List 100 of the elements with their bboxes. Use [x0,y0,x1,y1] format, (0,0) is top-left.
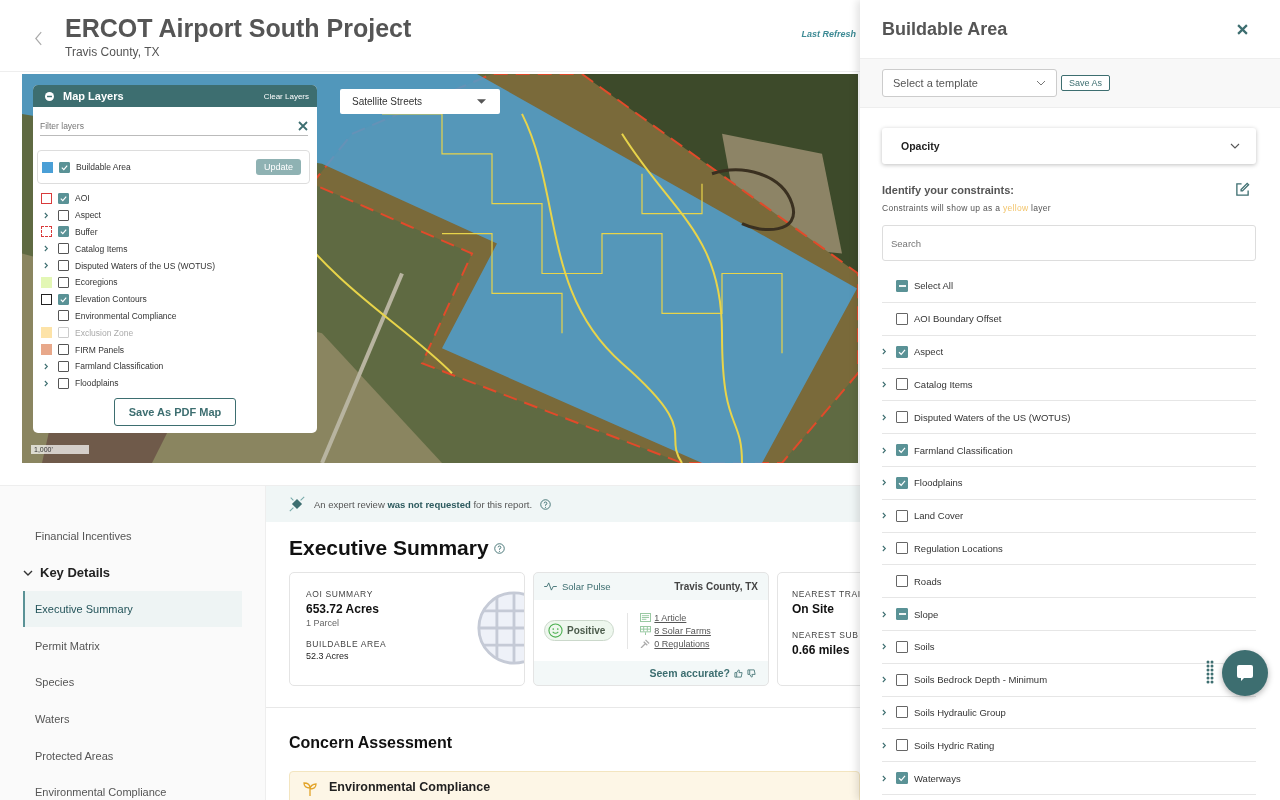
checkbox[interactable] [896,411,908,424]
checkbox[interactable] [896,640,908,653]
solar-panel-icon [640,626,652,635]
checkbox[interactable] [58,377,69,389]
chevron-right-icon[interactable] [882,479,887,487]
chevron-right-icon[interactable] [882,348,887,356]
card-title: Solar Pulse [562,581,612,592]
nav-item[interactable]: Environmental Compliance [23,774,242,800]
checkbox[interactable] [896,476,908,489]
chevron-right-icon[interactable] [43,245,49,253]
chevron-right-icon[interactable] [882,774,887,782]
checkbox[interactable] [896,772,908,785]
chevron-right-icon[interactable] [43,362,49,370]
chevron-right-icon[interactable] [882,446,887,454]
thumbs-up-icon[interactable] [734,668,743,678]
constraint-label: Catalog Items [914,379,973,390]
layer-label: Elevation Contours [75,294,147,305]
chevron-right-icon[interactable] [882,381,887,388]
constraint-label: Soils Bedrock Depth - Minimum [914,674,1048,686]
checkbox[interactable] [896,312,908,325]
nav-item[interactable]: Financial Incentives [23,518,242,555]
checkbox[interactable] [896,706,908,719]
edit-icon[interactable] [1235,182,1250,197]
checkbox[interactable] [58,276,69,288]
checkbox[interactable] [58,209,69,221]
layer-label: Aspect [75,210,101,221]
checkbox[interactable] [896,673,908,686]
constraint-label: Soils [914,641,935,653]
checkbox[interactable] [896,279,908,292]
search-field[interactable]: Search [882,225,1256,261]
template-dropdown[interactable]: Select a template [882,69,1057,97]
stat-value: On Site [792,602,835,616]
checkbox[interactable] [58,192,69,204]
opacity-accordion[interactable]: Opacity [882,128,1256,164]
help-icon[interactable] [493,542,505,554]
chevron-right-icon[interactable] [882,676,887,684]
card-location: Travis County, TX [674,581,758,592]
chevron-right-icon[interactable] [882,413,887,421]
nav-item[interactable]: Permit Matrix [23,627,242,665]
nav-item[interactable]: Species [23,664,242,701]
layer-label: Catalog Items [75,243,128,254]
chevron-right-icon[interactable] [882,741,887,749]
chevron-right-icon[interactable] [43,379,49,387]
stat-label: NEAREST TRAI [792,589,860,599]
close-icon[interactable] [298,121,308,131]
checkbox[interactable] [896,542,908,555]
newspaper-icon [640,613,652,622]
constraint-label: Soils Hydric Rating [914,739,995,751]
checkbox[interactable] [58,293,69,305]
check-icon [897,477,907,488]
stat-link[interactable]: 8 Solar Farms [654,625,711,636]
thumbs-down-icon[interactable] [747,668,756,678]
chevron-right-icon[interactable] [43,262,49,270]
chevron-down-icon [23,569,33,576]
chevron-right-icon[interactable] [882,512,887,520]
stat-link[interactable]: 1 Article [654,612,687,623]
check-icon [897,445,907,456]
stat-link[interactable]: 0 Regulations [654,638,710,649]
clear-layers-button[interactable]: Clear Layers [263,91,309,101]
checkbox[interactable] [896,345,908,358]
checkbox[interactable] [896,444,908,457]
checkbox[interactable] [896,509,908,522]
checkbox[interactable] [58,360,69,372]
checkbox[interactable] [58,243,69,255]
chat-button[interactable] [1222,650,1268,696]
chevron-right-icon[interactable] [882,544,887,552]
last-refresh-label: Last Refresh [801,28,856,39]
feedback-prompt: Seem accurate? [649,667,730,679]
constraint-label: Regulation Locations [914,542,1003,554]
layer-label: Exclusion Zone [75,327,134,338]
nav-item[interactable]: Protected Areas [23,737,242,775]
chevron-right-icon[interactable] [882,708,887,716]
checkbox[interactable] [896,739,908,752]
chevron-right-icon[interactable] [882,610,887,618]
collapse-icon[interactable] [45,91,54,101]
checkbox[interactable] [59,161,70,173]
nav-item[interactable]: Executive Summary [23,590,242,628]
checkbox[interactable] [58,310,69,322]
chevron-right-icon[interactable] [43,211,49,219]
save-pdf-button[interactable]: Save As PDF Map [114,398,236,426]
layer-label: Environmental Compliance [75,310,177,321]
constraint-label: Soils Hydraulic Group [914,706,1006,718]
checkbox[interactable] [58,344,69,356]
nav-section[interactable]: Key Details [23,554,242,591]
close-icon[interactable] [1237,23,1248,35]
stat-detail: 1 Parcel [306,618,341,628]
check-icon [59,193,68,203]
checkbox[interactable] [58,260,69,272]
checkbox[interactable] [896,575,908,588]
drag-handle-icon[interactable] [1206,660,1214,684]
save-as-button[interactable]: Save As [1061,75,1111,91]
checkbox[interactable] [896,378,908,391]
nav-item[interactable]: Waters [23,700,242,738]
smiley-icon [548,623,563,638]
help-icon[interactable] [540,498,552,510]
checkbox[interactable] [58,226,69,238]
basemap-dropdown[interactable]: Satellite Streets [340,89,500,114]
pulse-icon [544,582,557,591]
chevron-right-icon[interactable] [882,643,887,651]
checkbox[interactable] [896,608,908,621]
